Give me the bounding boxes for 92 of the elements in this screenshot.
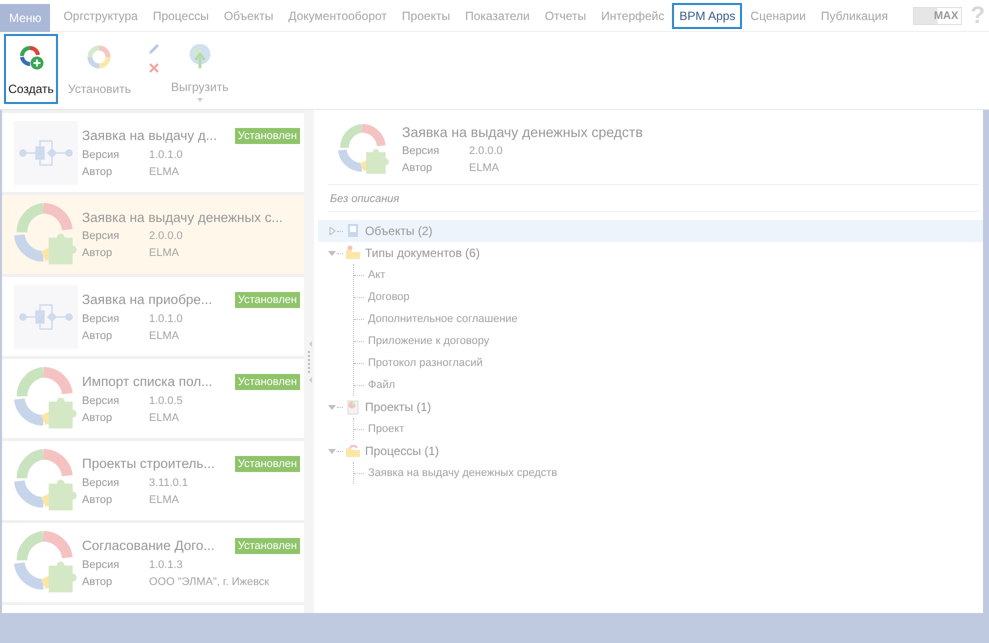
collapse-icon — [328, 249, 336, 257]
version-label: Версия — [82, 558, 120, 570]
menu-button[interactable]: Меню — [0, 4, 50, 32]
menu-tab[interactable]: Показатели — [458, 4, 537, 28]
app-title: Заявка на выдачу денежных средств — [402, 124, 643, 140]
menu-tab[interactable]: Интерфейс — [594, 4, 672, 28]
app-card[interactable]: Заявка на выдачу д... Установлен Версия 1.0.1.0 Автор ELMA — [2, 113, 304, 192]
tree-node[interactable]: Объекты (2) — [318, 220, 983, 242]
create-button[interactable]: Создать — [4, 34, 58, 104]
tree-node[interactable]: Процессы (1) — [318, 440, 983, 462]
version-label: Версия — [82, 312, 120, 324]
menu-tab[interactable]: Оргструктура — [56, 4, 145, 28]
tree-node[interactable]: Типы документов (6) — [318, 242, 983, 264]
app-card[interactable]: Согласование Дого... Установлен Версия 1.0.1.3 Автор ООО "ЭЛМА", г. Ижевск — [2, 523, 304, 602]
app-title: Проекты строитель... — [82, 456, 215, 470]
app-card[interactable]: Импорт списка пол... Установлен Версия 1.0.0.5 Автор ELMA — [2, 359, 304, 438]
status-badge: Установлен — [234, 292, 300, 308]
menu-tab[interactable]: Сценарии — [743, 4, 813, 28]
version-label: Версия — [82, 230, 120, 242]
app-card[interactable]: Заявка на выдачу денежных с... Версия 2.0.0.0 Автор ELMA — [2, 195, 304, 274]
menu-tab[interactable]: Объекты — [216, 4, 280, 28]
version-value: 2.0.0.0 — [469, 145, 503, 157]
close-icon — [148, 62, 160, 74]
menu-tab[interactable]: BPM Apps — [672, 2, 742, 28]
status-badge: Установлен — [234, 128, 300, 144]
author-value: ELMA — [149, 166, 179, 178]
menu-tab[interactable]: Публикация — [814, 4, 895, 28]
version-value: 1.0.1.0 — [149, 148, 183, 160]
version-label: Версия — [82, 148, 120, 160]
document-chart-icon — [345, 399, 361, 415]
caret-icon — [196, 98, 203, 102]
pencil-icon — [146, 42, 161, 56]
tree-leaf[interactable]: Акт — [368, 269, 386, 281]
cycle-puzzle-icon — [14, 366, 78, 430]
collapse-icon — [328, 403, 336, 411]
version-label: Версия — [82, 476, 120, 488]
cycle-puzzle-icon — [14, 448, 78, 512]
author-label: Автор — [82, 576, 114, 588]
folder-icon — [345, 443, 361, 459]
collapse-icon — [328, 447, 336, 455]
max-toggle[interactable]: MAX — [912, 6, 962, 24]
tree-leaf[interactable]: Договор — [368, 291, 410, 303]
author-value: ELMA — [149, 494, 179, 506]
author-value: ELMA — [149, 412, 179, 424]
status-badge: Установлен — [234, 374, 300, 390]
app-card[interactable]: Заявка на приобре... Установлен Версия 1.0.1.0 Автор ELMA — [2, 277, 304, 356]
version-value: 1.0.1.0 — [149, 312, 183, 324]
expand-icon — [328, 227, 336, 235]
tree-leaf[interactable]: Заявка на выдачу денежных средств — [368, 467, 558, 479]
cycle-puzzle-icon — [338, 124, 390, 176]
status-badge: Установлен — [234, 456, 300, 472]
app-card[interactable]: Проекты строитель... Установлен Версия 3.11.0.1 Автор ELMA — [2, 441, 304, 520]
author-value: ООО "ЭЛМА", г. Ижевск — [149, 576, 270, 588]
author-value: ELMA — [469, 162, 499, 174]
author-label: Автор — [82, 412, 114, 424]
help-button[interactable]: ? — [970, 4, 985, 28]
menu-tab[interactable]: Документооборот — [281, 4, 394, 28]
book-icon — [345, 223, 361, 239]
folder-icon — [345, 245, 361, 261]
author-label: Автор — [82, 247, 114, 259]
process-diagram-icon — [14, 284, 78, 348]
menu-tab[interactable]: Проекты — [394, 4, 458, 28]
tree-node[interactable]: Проекты (1) — [318, 396, 983, 418]
process-diagram-icon — [14, 120, 78, 184]
author-value: ELMA — [149, 330, 179, 342]
version-label: Версия — [82, 394, 120, 406]
version-value: 3.11.0.1 — [149, 476, 188, 488]
version-value: 2.0.0.0 — [149, 230, 183, 242]
app-title: Заявка на выдачу д... — [82, 128, 217, 142]
author-value: ELMA — [149, 247, 179, 259]
cycle-puzzle-icon — [14, 202, 78, 266]
tree-leaf[interactable]: Протокол разногласий — [368, 357, 483, 369]
version-value: 1.0.1.3 — [149, 558, 183, 570]
author-label: Автор — [82, 494, 114, 506]
status-badge: Установлен — [234, 538, 300, 554]
app-title: Заявка на приобре... — [82, 292, 212, 306]
tree-leaf[interactable]: Файл — [368, 379, 396, 391]
app-title: Импорт списка пол... — [82, 374, 212, 388]
app-title: Заявка на выдачу денежных с... — [82, 210, 283, 225]
app-title: Согласование Дого... — [82, 538, 215, 552]
tree-leaf[interactable]: Дополнительное соглашение — [368, 313, 518, 325]
author-label: Автор — [82, 330, 114, 342]
version-label: Версия — [402, 145, 440, 157]
menu-tab[interactable]: Процессы — [146, 4, 216, 28]
description-text: Без описания — [328, 185, 979, 212]
author-label: Автор — [402, 162, 434, 174]
cycle-puzzle-icon — [14, 530, 78, 594]
author-label: Автор — [82, 166, 114, 178]
version-value: 1.0.0.5 — [149, 394, 183, 406]
tree-leaf[interactable]: Приложение к договору — [368, 335, 490, 347]
menu-tab[interactable]: Отчеты — [538, 4, 594, 28]
tree-leaf[interactable]: Проект — [368, 423, 404, 435]
